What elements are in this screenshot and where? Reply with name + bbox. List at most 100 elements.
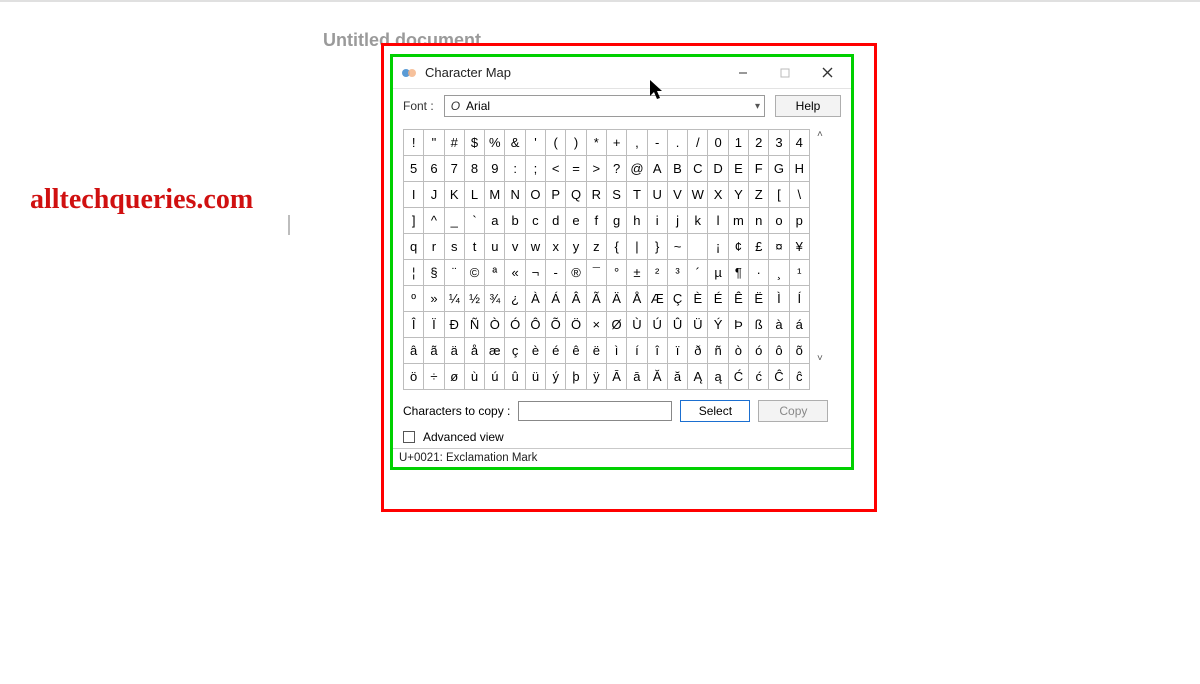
character-cell[interactable]: ø [445, 364, 465, 390]
character-cell[interactable]: ù [465, 364, 485, 390]
character-cell[interactable]: ¨ [445, 260, 465, 286]
character-cell[interactable]: , [627, 130, 647, 156]
character-cell[interactable]: à [769, 312, 789, 338]
character-cell[interactable]: X [708, 182, 728, 208]
character-cell[interactable]: Ć [729, 364, 749, 390]
character-cell[interactable]: S [607, 182, 627, 208]
character-cell[interactable]: ñ [708, 338, 728, 364]
character-cell[interactable]: © [465, 260, 485, 286]
character-cell[interactable]: ô [769, 338, 789, 364]
character-cell[interactable]: A [648, 156, 668, 182]
character-cell[interactable]: m [729, 208, 749, 234]
character-cell[interactable]: ¸ [769, 260, 789, 286]
character-cell[interactable]: L [465, 182, 485, 208]
character-cell[interactable]: $ [465, 130, 485, 156]
character-cell[interactable]: i [648, 208, 668, 234]
character-cell[interactable]: ó [749, 338, 769, 364]
character-cell[interactable]: Â [566, 286, 586, 312]
character-cell[interactable]: ( [546, 130, 566, 156]
character-cell[interactable]: @ [627, 156, 647, 182]
character-cell[interactable]: ç [505, 338, 525, 364]
character-cell[interactable]: » [424, 286, 444, 312]
character-cell[interactable]: Đ [445, 312, 465, 338]
character-cell[interactable]: n [749, 208, 769, 234]
character-cell[interactable]: g [607, 208, 627, 234]
character-cell[interactable]: á [790, 312, 810, 338]
character-cell[interactable]: w [526, 234, 546, 260]
character-cell[interactable]: R [587, 182, 607, 208]
character-cell[interactable]: o [769, 208, 789, 234]
character-cell[interactable]: D [708, 156, 728, 182]
character-cell[interactable]: Ú [648, 312, 668, 338]
character-cell[interactable]: 4 [790, 130, 810, 156]
character-cell[interactable]: Ĉ [769, 364, 789, 390]
character-cell[interactable]: 7 [445, 156, 465, 182]
character-cell[interactable]: Ò [485, 312, 505, 338]
character-cell[interactable]: Ă [648, 364, 668, 390]
character-cell[interactable]: ± [627, 260, 647, 286]
character-cell[interactable]: _ [445, 208, 465, 234]
character-cell[interactable]: + [607, 130, 627, 156]
close-button[interactable] [807, 61, 847, 85]
character-cell[interactable]: : [505, 156, 525, 182]
character-cell[interactable]: Ý [708, 312, 728, 338]
character-cell[interactable]: e [566, 208, 586, 234]
character-cell[interactable]: ¦ [404, 260, 424, 286]
character-cell[interactable]: 5 [404, 156, 424, 182]
character-cell[interactable]: 9 [485, 156, 505, 182]
character-cell[interactable]: 1 [729, 130, 749, 156]
character-cell[interactable]: ã [424, 338, 444, 364]
scrollbar[interactable]: ˄ ˅ [812, 129, 828, 364]
character-cell[interactable]: I [404, 182, 424, 208]
character-cell[interactable]: l [708, 208, 728, 234]
character-cell[interactable]: ê [566, 338, 586, 364]
character-cell[interactable]: f [587, 208, 607, 234]
character-cell[interactable]: M [485, 182, 505, 208]
character-cell[interactable]: ¹ [790, 260, 810, 286]
character-cell[interactable]: N [505, 182, 525, 208]
character-cell[interactable]: Û [668, 312, 688, 338]
character-cell[interactable]: µ [708, 260, 728, 286]
scroll-down-icon[interactable]: ˅ [812, 353, 828, 364]
character-cell[interactable]: ĉ [790, 364, 810, 390]
character-cell[interactable]: a [485, 208, 505, 234]
character-cell[interactable]: Ã [587, 286, 607, 312]
character-cell[interactable]: [ [769, 182, 789, 208]
character-cell[interactable]: V [668, 182, 688, 208]
character-cell[interactable]: 8 [465, 156, 485, 182]
character-cell[interactable]: % [485, 130, 505, 156]
character-cell[interactable]: È [688, 286, 708, 312]
character-cell[interactable]: 6 [424, 156, 444, 182]
character-cell[interactable]: y [566, 234, 586, 260]
character-cell[interactable]: Ö [566, 312, 586, 338]
character-cell[interactable]: ÷ [424, 364, 444, 390]
character-cell[interactable]: â [404, 338, 424, 364]
character-cell[interactable]: Ë [749, 286, 769, 312]
character-cell[interactable]: ' [526, 130, 546, 156]
character-cell[interactable]: j [668, 208, 688, 234]
character-cell[interactable]: & [505, 130, 525, 156]
character-cell[interactable]: í [627, 338, 647, 364]
character-cell[interactable]: d [546, 208, 566, 234]
character-cell[interactable]: ë [587, 338, 607, 364]
character-cell[interactable]: h [627, 208, 647, 234]
character-cell[interactable]: b [505, 208, 525, 234]
character-cell[interactable]: / [688, 130, 708, 156]
character-cell[interactable]: v [505, 234, 525, 260]
character-cell[interactable]: « [505, 260, 525, 286]
character-cell[interactable]: 2 [749, 130, 769, 156]
character-cell[interactable]: Ô [526, 312, 546, 338]
character-cell[interactable]: ą [708, 364, 728, 390]
character-cell[interactable]: Ā [607, 364, 627, 390]
character-cell[interactable]: ý [546, 364, 566, 390]
character-cell[interactable]: ^ [424, 208, 444, 234]
character-cell[interactable]: ï [668, 338, 688, 364]
character-cell[interactable]: B [668, 156, 688, 182]
character-cell[interactable]: = [566, 156, 586, 182]
character-cell[interactable]: | [627, 234, 647, 260]
character-cell[interactable]: ] [404, 208, 424, 234]
character-cell[interactable]: Ç [668, 286, 688, 312]
character-cell[interactable]: F [749, 156, 769, 182]
character-cell[interactable]: ð [688, 338, 708, 364]
character-cell[interactable] [688, 234, 708, 260]
